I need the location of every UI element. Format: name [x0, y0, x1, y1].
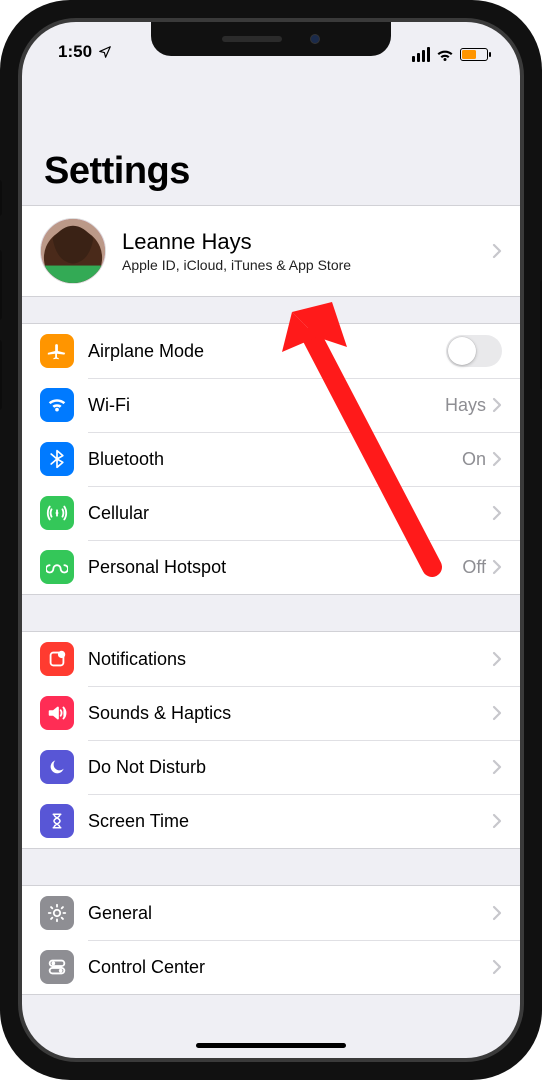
control-center-row[interactable]: Control Center	[22, 940, 520, 994]
row-label: Screen Time	[88, 811, 492, 832]
airplane-icon	[40, 334, 74, 368]
status-time: 1:50	[58, 42, 92, 62]
chevron-right-icon	[492, 705, 502, 721]
chevron-right-icon	[492, 505, 502, 521]
network-group: Airplane Mode Wi-Fi Hays	[22, 323, 520, 595]
row-label: General	[88, 903, 492, 924]
notifications-icon	[40, 642, 74, 676]
notch	[151, 22, 391, 56]
wifi-icon	[436, 48, 454, 62]
sounds-icon	[40, 696, 74, 730]
profile-name: Leanne Hays	[122, 229, 492, 255]
bluetooth-icon	[40, 442, 74, 476]
mute-switch	[0, 180, 2, 216]
row-label: Bluetooth	[88, 449, 462, 470]
row-label: Cellular	[88, 503, 492, 524]
moon-icon	[40, 750, 74, 784]
profile-group: Leanne Hays Apple ID, iCloud, iTunes & A…	[22, 205, 520, 297]
screen: 1:50 Settings	[22, 22, 520, 1058]
activity-group: Notifications Sounds & Haptics	[22, 631, 520, 849]
phone-frame: 1:50 Settings	[0, 0, 542, 1080]
hotspot-row[interactable]: Personal Hotspot Off	[22, 540, 520, 594]
wifi-settings-icon	[40, 388, 74, 422]
volume-down-button	[0, 340, 2, 410]
row-label: Airplane Mode	[88, 341, 446, 362]
row-label: Sounds & Haptics	[88, 703, 492, 724]
hotspot-icon	[40, 550, 74, 584]
notifications-row[interactable]: Notifications	[22, 632, 520, 686]
chevron-right-icon	[492, 397, 502, 413]
row-value: On	[462, 449, 486, 470]
chevron-right-icon	[492, 243, 502, 259]
row-label: Do Not Disturb	[88, 757, 492, 778]
cellular-icon	[40, 496, 74, 530]
row-label: Wi-Fi	[88, 395, 445, 416]
airplane-mode-row[interactable]: Airplane Mode	[22, 324, 520, 378]
location-icon	[98, 45, 112, 59]
home-indicator[interactable]	[196, 1043, 346, 1048]
sounds-row[interactable]: Sounds & Haptics	[22, 686, 520, 740]
chevron-right-icon	[492, 559, 502, 575]
dnd-row[interactable]: Do Not Disturb	[22, 740, 520, 794]
chevron-right-icon	[492, 759, 502, 775]
chevron-right-icon	[492, 813, 502, 829]
airplane-toggle[interactable]	[446, 335, 502, 367]
general-row[interactable]: General	[22, 886, 520, 940]
volume-up-button	[0, 250, 2, 320]
battery-icon	[460, 48, 488, 61]
control-center-icon	[40, 950, 74, 984]
chevron-right-icon	[492, 959, 502, 975]
row-value: Off	[462, 557, 486, 578]
chevron-right-icon	[492, 905, 502, 921]
page-title: Settings	[22, 66, 520, 205]
gear-icon	[40, 896, 74, 930]
bluetooth-row[interactable]: Bluetooth On	[22, 432, 520, 486]
profile-subtitle: Apple ID, iCloud, iTunes & App Store	[122, 257, 492, 273]
row-label: Notifications	[88, 649, 492, 670]
apple-id-row[interactable]: Leanne Hays Apple ID, iCloud, iTunes & A…	[22, 206, 520, 296]
row-label: Personal Hotspot	[88, 557, 462, 578]
chevron-right-icon	[492, 451, 502, 467]
cellular-row[interactable]: Cellular	[22, 486, 520, 540]
chevron-right-icon	[492, 651, 502, 667]
avatar	[40, 218, 106, 284]
hourglass-icon	[40, 804, 74, 838]
system-group: General Control Center	[22, 885, 520, 995]
row-value: Hays	[445, 395, 486, 416]
screentime-row[interactable]: Screen Time	[22, 794, 520, 848]
cellular-signal-icon	[412, 47, 430, 62]
row-label: Control Center	[88, 957, 492, 978]
wifi-row[interactable]: Wi-Fi Hays	[22, 378, 520, 432]
